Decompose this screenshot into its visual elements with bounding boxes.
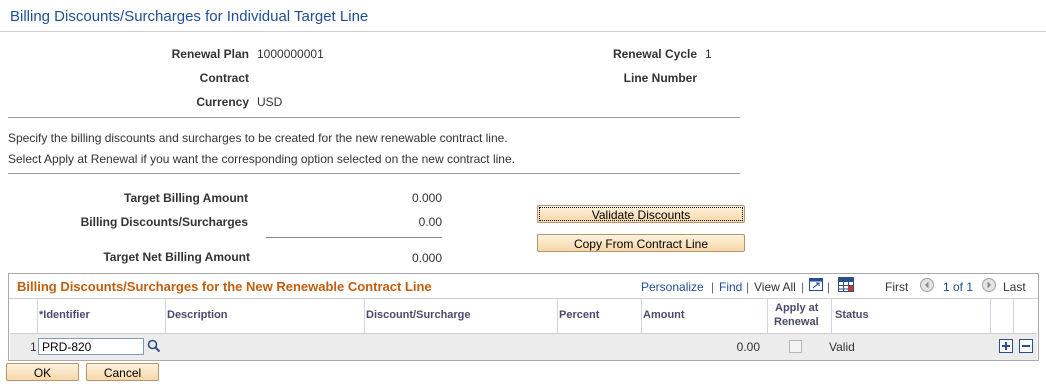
add-row-icon[interactable] bbox=[999, 339, 1013, 353]
contract-label: Contract bbox=[199, 71, 249, 85]
identifier-input[interactable] bbox=[38, 338, 144, 355]
col-identifier[interactable]: *Identifier bbox=[39, 309, 90, 321]
personalize-link[interactable]: Personalize bbox=[641, 280, 704, 294]
last-link[interactable]: Last bbox=[1003, 280, 1026, 294]
line-number-label: Line Number bbox=[623, 71, 697, 85]
view-all-link[interactable]: View All bbox=[754, 280, 796, 294]
billing-discounts-value: 0.00 bbox=[418, 215, 442, 229]
search-icon[interactable] bbox=[147, 339, 161, 353]
subtotal-line bbox=[266, 237, 442, 238]
copy-from-contract-line-button[interactable]: Copy From Contract Line bbox=[537, 234, 745, 252]
amount-value: 0.00 bbox=[736, 340, 760, 354]
download-spreadsheet-icon[interactable] bbox=[838, 277, 854, 292]
renewal-plan-label: Renewal Plan bbox=[171, 47, 249, 61]
delete-row-icon[interactable] bbox=[1019, 339, 1033, 353]
column-divider bbox=[831, 299, 832, 333]
separator: | bbox=[711, 280, 715, 294]
page-title: Billing Discounts/Surcharges for Individ… bbox=[10, 8, 369, 25]
col-amount[interactable]: Amount bbox=[643, 309, 685, 321]
cancel-button[interactable]: Cancel bbox=[86, 363, 159, 381]
col-status[interactable]: Status bbox=[835, 309, 869, 321]
target-billing-amount-value: 0.000 bbox=[411, 191, 442, 205]
separator: | bbox=[746, 280, 750, 294]
column-divider bbox=[1013, 299, 1014, 333]
col-description[interactable]: Description bbox=[167, 309, 228, 321]
target-net-billing-amount-value: 0.000 bbox=[411, 251, 442, 265]
renewal-cycle-value: 1 bbox=[705, 47, 712, 61]
column-headers: *Identifier Description Discount/Surchar… bbox=[9, 299, 1038, 333]
column-divider bbox=[641, 299, 642, 333]
renewal-plan-value: 1000000001 bbox=[257, 47, 324, 61]
instruction-line-2: Select Apply at Renewal if you want the … bbox=[8, 152, 515, 166]
column-divider bbox=[37, 299, 38, 333]
col-apply-at-renewal-line1[interactable]: Apply at bbox=[775, 302, 818, 314]
renewal-cycle-label: Renewal Cycle bbox=[612, 47, 697, 61]
column-divider bbox=[557, 299, 558, 333]
ok-button[interactable]: OK bbox=[6, 363, 79, 381]
target-billing-amount-label: Target Billing Amount bbox=[124, 191, 248, 205]
column-divider bbox=[767, 299, 768, 333]
grid-header: Billing Discounts/Surcharges for the New… bbox=[9, 274, 1038, 299]
status-value: Valid bbox=[829, 340, 855, 354]
first-link[interactable]: First bbox=[885, 280, 908, 294]
instruction-line-1: Specify the billing discounts and surcha… bbox=[8, 131, 508, 145]
next-arrow-icon[interactable] bbox=[982, 278, 996, 292]
apply-at-renewal-checkbox[interactable] bbox=[789, 340, 802, 353]
zoom-icon[interactable] bbox=[809, 278, 823, 291]
divider bbox=[8, 117, 740, 118]
column-divider bbox=[165, 299, 166, 333]
target-net-billing-amount-label: Target Net Billing Amount bbox=[103, 250, 250, 264]
row-number: 1 bbox=[30, 340, 37, 354]
currency-label: Currency bbox=[196, 95, 249, 109]
col-apply-at-renewal-line2[interactable]: Renewal bbox=[774, 316, 819, 328]
col-discount-surcharge[interactable]: Discount/Surcharge bbox=[366, 309, 471, 321]
currency-value: USD bbox=[257, 95, 283, 109]
column-divider bbox=[364, 299, 365, 333]
column-divider bbox=[990, 299, 991, 333]
billing-discounts-label: Billing Discounts/Surcharges bbox=[80, 215, 248, 229]
find-link[interactable]: Find bbox=[719, 280, 742, 294]
table-row: 1 0.00 Valid bbox=[10, 333, 1037, 360]
divider bbox=[8, 173, 740, 174]
separator: | bbox=[801, 280, 805, 294]
validate-discounts-button[interactable]: Validate Discounts bbox=[537, 205, 745, 223]
discounts-grid: Billing Discounts/Surcharges for the New… bbox=[8, 273, 1039, 361]
title-bar: Billing Discounts/Surcharges for Individ… bbox=[0, 0, 1046, 32]
previous-arrow-icon[interactable] bbox=[920, 278, 934, 292]
grid-title: Billing Discounts/Surcharges for the New… bbox=[17, 279, 432, 294]
col-percent[interactable]: Percent bbox=[559, 309, 599, 321]
separator: | bbox=[827, 280, 831, 294]
page-info: 1 of 1 bbox=[943, 280, 974, 294]
